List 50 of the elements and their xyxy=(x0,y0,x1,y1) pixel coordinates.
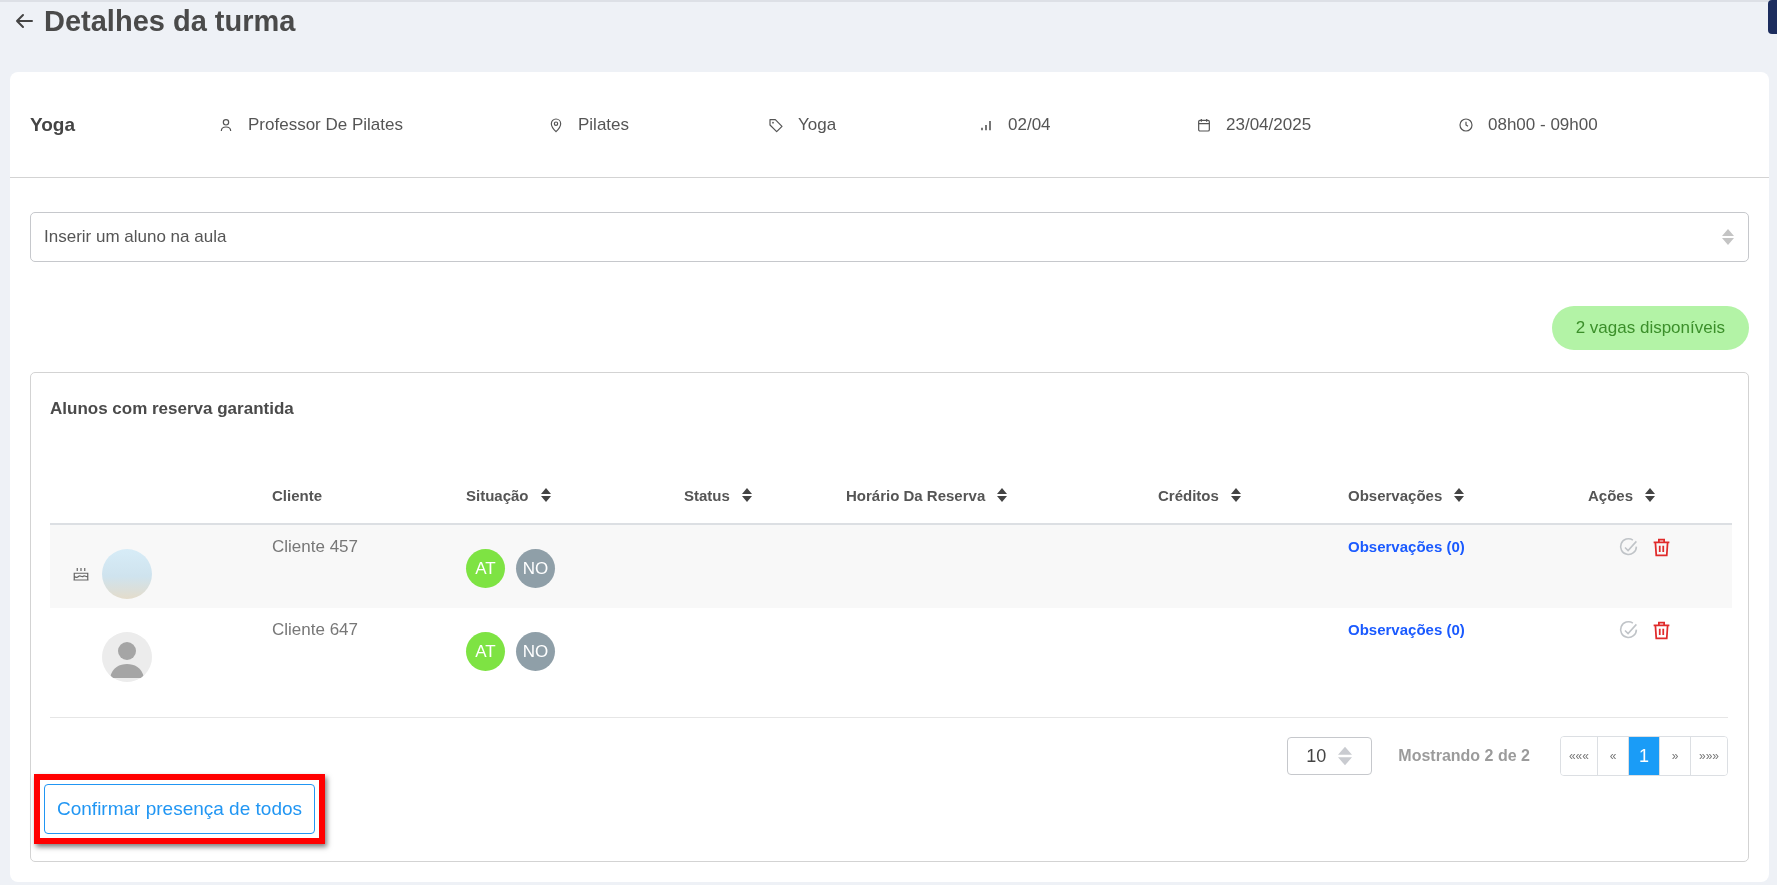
availability-badge: 2 vagas disponíveis xyxy=(1551,306,1749,350)
class-name: Yoga xyxy=(30,113,77,136)
sort-icon[interactable] xyxy=(1645,488,1656,502)
trash-icon[interactable] xyxy=(1651,620,1672,641)
info-text: 02/04 xyxy=(1008,114,1051,135)
column-header: Situação xyxy=(466,486,529,504)
confirm-all-button[interactable]: Confirmar presença de todos xyxy=(44,784,315,834)
column-header: Horário Da Reserva xyxy=(846,486,986,504)
page-button[interactable]: 1 xyxy=(1627,737,1659,775)
table-title: Alunos com reserva garantida xyxy=(50,398,295,420)
select-placeholder: Inserir um aluno na aula xyxy=(44,227,227,247)
info-text: 23/04/2025 xyxy=(1226,114,1312,135)
status-badge: AT xyxy=(466,549,505,588)
sort-icon[interactable] xyxy=(997,488,1008,502)
calendar-icon xyxy=(1196,116,1212,133)
notes-link[interactable]: Observações (0) xyxy=(1348,538,1465,555)
sort-icon[interactable] xyxy=(540,488,551,502)
column-header: Créditos xyxy=(1158,486,1219,504)
page-title: Detalhes da turma xyxy=(44,4,296,38)
clock-icon xyxy=(1458,116,1474,133)
status-badge: AT xyxy=(466,632,505,671)
page-size-select[interactable]: 10 xyxy=(1287,737,1373,775)
status-badge: NO xyxy=(516,632,555,671)
results-summary: Mostrando 2 de 2 xyxy=(1398,747,1530,765)
sort-icon[interactable] xyxy=(1454,488,1465,502)
notes-link[interactable]: Observações (0) xyxy=(1348,621,1465,638)
client-name: Cliente 457 xyxy=(272,537,358,556)
tag-icon xyxy=(768,116,784,133)
info-text: Professor De Pilates xyxy=(248,114,403,135)
check-circle-icon[interactable] xyxy=(1618,537,1639,558)
trash-icon[interactable] xyxy=(1651,537,1672,558)
person-icon xyxy=(218,116,234,133)
column-header: Observações xyxy=(1348,486,1443,504)
column-header: Ações xyxy=(1588,486,1634,504)
info-text: Pilates xyxy=(578,114,630,135)
caret-icon xyxy=(1338,746,1353,766)
info-text: Yoga xyxy=(798,114,837,135)
column-header: Cliente xyxy=(272,486,322,504)
sort-icon[interactable] xyxy=(741,488,752,502)
check-circle-icon[interactable] xyxy=(1618,620,1639,641)
caret-icon xyxy=(1722,229,1734,245)
page-button[interactable]: »»» xyxy=(1689,737,1727,775)
photo-placeholder xyxy=(102,548,152,599)
status-badge: NO xyxy=(516,549,555,588)
info-text: 08h00 - 09h00 xyxy=(1488,114,1598,135)
student-select[interactable]: Inserir um aluno na aula xyxy=(30,212,1749,262)
sort-icon[interactable] xyxy=(1230,488,1241,502)
column-header: Status xyxy=(684,486,730,504)
client-name: Cliente 647 xyxy=(272,620,358,639)
map-pin-icon xyxy=(548,116,564,133)
